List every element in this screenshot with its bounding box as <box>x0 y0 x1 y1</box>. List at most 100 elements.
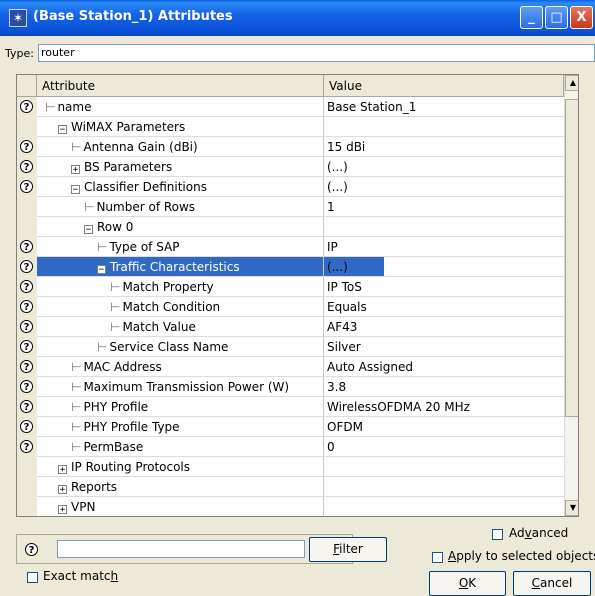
exact-match-checkbox[interactable] <box>27 572 38 583</box>
attribute-cell[interactable]: + BS Parameters <box>37 157 358 177</box>
close-button[interactable]: X <box>570 6 593 29</box>
table-row[interactable]: − Row 0 <box>17 217 564 237</box>
collapse-icon[interactable]: − <box>71 185 80 195</box>
scrollbar-thumb[interactable] <box>565 99 578 417</box>
cancel-button[interactable]: Cancel <box>513 571 591 596</box>
help-icon[interactable]: ? <box>20 180 33 193</box>
value-cell[interactable]: Base Station_1 <box>327 97 562 117</box>
help-icon[interactable]: ? <box>20 140 33 153</box>
help-icon[interactable]: ? <box>20 240 33 253</box>
table-row[interactable]: ? ⊢ MAC Address Auto Assigned <box>17 357 564 377</box>
value-cell[interactable] <box>327 217 562 237</box>
collapse-icon[interactable]: − <box>84 225 93 235</box>
value-cell[interactable]: 0 <box>327 437 562 457</box>
help-icon[interactable]: ? <box>20 380 33 393</box>
table-row[interactable]: + VPN <box>17 497 564 516</box>
value-cell[interactable]: (...) <box>327 157 562 177</box>
value-cell[interactable]: (...) <box>327 177 562 197</box>
scroll-down-arrow-icon[interactable]: ▼ <box>565 500 578 516</box>
help-icon[interactable]: ? <box>20 440 33 453</box>
value-cell[interactable]: 15 dBi <box>327 137 562 157</box>
help-icon[interactable]: ? <box>20 300 33 313</box>
table-row[interactable]: ? − Traffic Characteristics (...) <box>17 257 564 277</box>
attribute-cell[interactable]: − Row 0 <box>37 217 371 237</box>
expand-icon[interactable]: + <box>71 165 80 175</box>
value-cell[interactable]: (...) <box>327 257 562 277</box>
table-row[interactable]: ? ⊢ PHY Profile Type OFDM <box>17 417 564 437</box>
attribute-cell[interactable]: ⊢ Number of Rows <box>37 197 371 217</box>
vertical-scrollbar[interactable]: ▲ ▼ <box>564 75 578 516</box>
value-cell[interactable]: AF43 <box>327 317 562 337</box>
table-row[interactable]: ? + BS Parameters (...) <box>17 157 564 177</box>
help-icon[interactable]: ? <box>20 360 33 373</box>
value-cell[interactable] <box>327 117 562 137</box>
table-row[interactable]: ? − Classifier Definitions (...) <box>17 177 564 197</box>
table-row[interactable]: ? ⊢ PermBase 0 <box>17 437 564 457</box>
title-bar[interactable]: ✶ (Base Station_1) Attributes _ □ X <box>0 0 595 36</box>
type-field[interactable]: router <box>38 44 595 62</box>
help-cell: ? <box>17 257 37 277</box>
expand-icon[interactable]: + <box>58 465 67 475</box>
attribute-cell[interactable]: + Reports <box>37 477 345 497</box>
table-row[interactable]: + Reports <box>17 477 564 497</box>
help-icon[interactable]: ? <box>20 160 33 173</box>
table-row[interactable]: ? ⊢ Service Class Name Silver <box>17 337 564 357</box>
table-row[interactable]: ? ⊢ name Base Station_1 <box>17 97 564 117</box>
ok-button[interactable]: OK <box>429 571 506 596</box>
value-cell[interactable]: WirelessOFDMA 20 MHz <box>327 397 562 417</box>
scroll-up-arrow-icon[interactable]: ▲ <box>565 75 578 91</box>
attribute-cell[interactable]: ⊢ Maximum Transmission Power (W) <box>37 377 358 397</box>
maximize-button[interactable]: □ <box>545 6 568 29</box>
attribute-cell[interactable]: − Classifier Definitions <box>37 177 358 197</box>
value-cell[interactable]: Auto Assigned <box>327 357 562 377</box>
collapse-icon[interactable]: − <box>58 125 67 135</box>
expand-icon[interactable]: + <box>58 505 67 515</box>
collapse-icon[interactable]: − <box>97 265 106 275</box>
expand-icon[interactable]: + <box>58 485 67 495</box>
table-row[interactable]: ? ⊢ Match Value AF43 <box>17 317 564 337</box>
value-cell[interactable] <box>327 457 562 477</box>
help-icon[interactable]: ? <box>20 420 33 433</box>
minimize-button[interactable]: _ <box>520 6 543 29</box>
help-icon[interactable]: ? <box>20 280 33 293</box>
value-cell[interactable] <box>327 497 562 516</box>
value-column-header[interactable]: Value <box>324 75 564 97</box>
attribute-column-header[interactable]: Attribute <box>37 75 324 97</box>
table-row[interactable]: ⊢ Number of Rows 1 <box>17 197 564 217</box>
table-row[interactable]: ? ⊢ Type of SAP IP <box>17 237 564 257</box>
attribute-cell[interactable]: ⊢ PermBase <box>37 437 358 457</box>
value-cell[interactable]: 3.8 <box>327 377 562 397</box>
table-row[interactable]: ? ⊢ Match Condition Equals <box>17 297 564 317</box>
table-row[interactable]: − WiMAX Parameters <box>17 117 564 137</box>
help-icon[interactable]: ? <box>20 340 33 353</box>
attribute-cell[interactable]: + IP Routing Protocols <box>37 457 345 477</box>
help-icon[interactable]: ? <box>20 400 33 413</box>
apply-selected-checkbox[interactable] <box>432 552 443 563</box>
table-row[interactable]: ? ⊢ PHY Profile WirelessOFDMA 20 MHz <box>17 397 564 417</box>
advanced-checkbox[interactable] <box>492 529 503 540</box>
attribute-cell[interactable]: ⊢ MAC Address <box>37 357 358 377</box>
attribute-cell[interactable]: ⊢ name <box>37 97 332 117</box>
filter-button[interactable]: Filter <box>309 537 387 562</box>
table-row[interactable]: ? ⊢ Antenna Gain (dBi) 15 dBi <box>17 137 564 157</box>
value-cell[interactable]: OFDM <box>327 417 562 437</box>
help-icon[interactable]: ? <box>20 100 33 113</box>
search-input[interactable] <box>57 540 305 558</box>
attribute-cell[interactable]: ⊢ PHY Profile Type <box>37 417 358 437</box>
table-row[interactable]: ? ⊢ Match Property IP ToS <box>17 277 564 297</box>
value-cell[interactable]: Equals <box>327 297 562 317</box>
attribute-cell[interactable]: ⊢ PHY Profile <box>37 397 358 417</box>
value-cell[interactable]: IP ToS <box>327 277 562 297</box>
attribute-cell[interactable]: + VPN <box>37 497 345 516</box>
value-cell[interactable]: 1 <box>327 197 562 217</box>
attribute-cell[interactable]: ⊢ Antenna Gain (dBi) <box>37 137 358 157</box>
value-cell[interactable]: IP <box>327 237 562 257</box>
value-cell[interactable]: Silver <box>327 337 562 357</box>
table-row[interactable]: + IP Routing Protocols <box>17 457 564 477</box>
help-icon[interactable]: ? <box>20 320 33 333</box>
help-icon[interactable]: ? <box>20 260 33 273</box>
value-cell[interactable] <box>327 477 562 497</box>
attribute-cell[interactable]: − WiMAX Parameters <box>37 117 345 137</box>
table-row[interactable]: ? ⊢ Maximum Transmission Power (W) 3.8 <box>17 377 564 397</box>
help-icon[interactable]: ? <box>25 543 38 556</box>
